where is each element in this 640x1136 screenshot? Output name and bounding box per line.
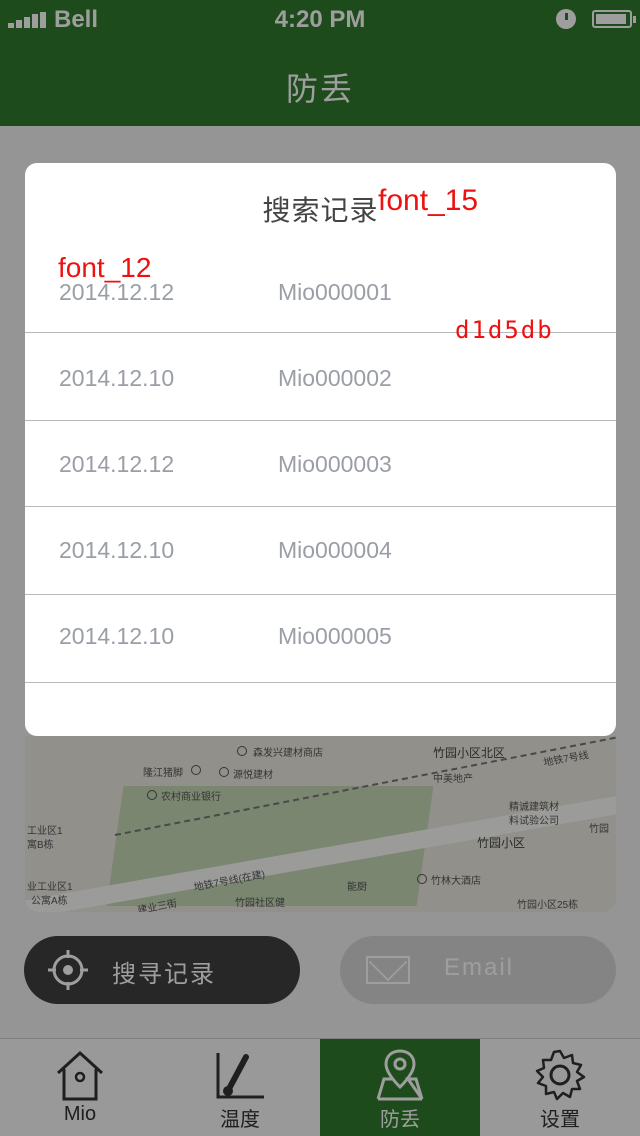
annotation-row-font: font_12 (58, 252, 152, 283)
record-device-id: Mio000004 (278, 537, 392, 563)
record-row[interactable]: 2014.12.10 Mio000004 (25, 507, 616, 595)
record-device-id: Mio000002 (278, 365, 392, 391)
record-row[interactable]: 2014.12.10 Mio000005 (25, 595, 616, 683)
record-row[interactable]: 2014.12.12 Mio000003 (25, 421, 616, 507)
record-date: 2014.12.10 (59, 537, 175, 563)
record-date: 2014.12.10 (59, 365, 175, 391)
record-date: 2014.12.10 (59, 623, 175, 649)
annotation-title-font: font_15 (378, 184, 479, 217)
record-device-id: Mio000001 (278, 279, 392, 305)
record-device-id: Mio000005 (278, 623, 392, 649)
annotation-divider-color: d1d5db (455, 316, 554, 344)
record-row[interactable]: 2014.12.10 Mio000002 (25, 333, 616, 421)
dialog-title: 搜索记录 (262, 195, 379, 226)
record-device-id: Mio000003 (278, 451, 392, 477)
search-record-dialog: 搜索记录 2014.12.12 Mio000001 2014.12.10 Mio… (25, 163, 616, 736)
record-date: 2014.12.12 (59, 451, 175, 477)
